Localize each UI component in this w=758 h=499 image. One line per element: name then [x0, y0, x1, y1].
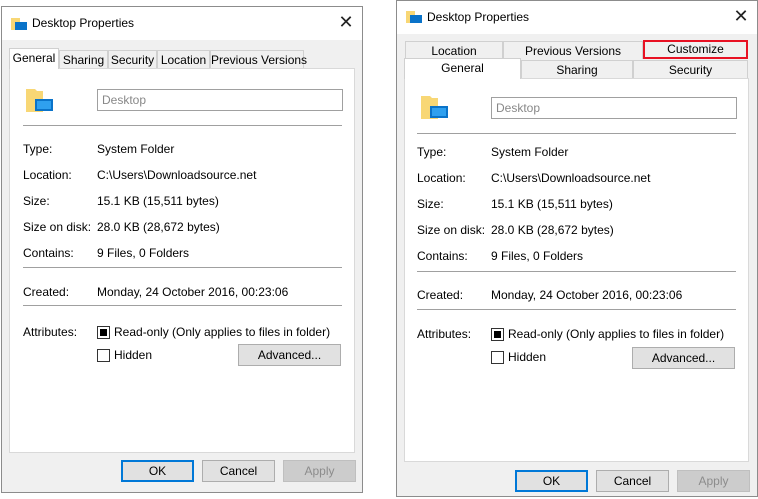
size-on-disk-value: 28.0 KB (28,672 bytes) [491, 223, 614, 237]
divider [417, 271, 736, 272]
tab-customize[interactable]: Customize [643, 40, 748, 59]
tab-label: Previous Versions [211, 53, 308, 67]
right-properties-dialog: Desktop Properties ✕ Location Previous V… [396, 0, 758, 497]
tab-label: General [12, 51, 56, 65]
tab-label: Security [668, 63, 713, 77]
readonly-checkbox[interactable] [491, 328, 504, 341]
apply-button[interactable]: Apply [677, 470, 750, 492]
created-label: Created: [23, 285, 70, 299]
type-value: System Folder [97, 142, 175, 156]
title-bar: Desktop Properties ✕ [2, 7, 362, 40]
attributes-label: Attributes: [417, 327, 472, 341]
cancel-button[interactable]: Cancel [202, 460, 275, 482]
tab-label: Customize [667, 42, 724, 56]
hidden-label: Hidden [508, 350, 547, 364]
close-button[interactable]: ✕ [725, 1, 757, 31]
size-value: 15.1 KB (15,511 bytes) [491, 197, 613, 211]
tab-label: Sharing [556, 63, 598, 77]
tab-general[interactable]: General [404, 58, 521, 79]
tab-label: Security [110, 53, 155, 67]
close-button[interactable]: ✕ [330, 7, 362, 37]
left-properties-dialog: Desktop Properties ✕ General Sharing Sec… [1, 6, 363, 493]
tab-sharing[interactable]: Sharing [59, 50, 108, 69]
window-title: Desktop Properties [32, 16, 135, 30]
size-label: Size: [417, 197, 444, 211]
type-value: System Folder [491, 145, 569, 159]
contains-value: 9 Files, 0 Folders [491, 249, 584, 263]
location-value: C:\Users\Downloadsource.net [491, 171, 651, 185]
hidden-checkbox[interactable] [97, 349, 110, 362]
contains-value: 9 Files, 0 Folders [97, 246, 190, 260]
type-label: Type: [417, 145, 447, 159]
general-panel: Desktop Type: System Folder Location: C:… [404, 78, 749, 462]
tab-sharing[interactable]: Sharing [521, 60, 633, 79]
advanced-button[interactable]: Advanced... [632, 347, 735, 369]
divider [417, 309, 736, 310]
readonly-checkbox[interactable] [97, 326, 110, 339]
readonly-label: Read-only (Only applies to files in fold… [114, 325, 331, 339]
location-value: C:\Users\Downloadsource.net [97, 168, 257, 182]
apply-button[interactable]: Apply [283, 460, 356, 482]
tab-label: Location [160, 53, 207, 67]
tab-previous-versions[interactable]: Previous Versions [210, 50, 308, 69]
tab-general[interactable]: General [9, 48, 59, 69]
folder-desktop-icon [406, 11, 422, 23]
ok-button[interactable]: OK [121, 460, 194, 482]
size-label: Size: [23, 194, 50, 208]
size-on-disk-label: Size on disk: [23, 220, 92, 234]
title-bar: Desktop Properties ✕ [397, 1, 757, 34]
attributes-label: Attributes: [23, 325, 78, 339]
tab-label: Location [431, 44, 477, 58]
created-value: Monday, 24 October 2016, 00:23:06 [491, 288, 683, 302]
ok-button[interactable]: OK [515, 470, 588, 492]
tab-location[interactable]: Location [157, 50, 210, 69]
folder-desktop-icon [421, 96, 448, 119]
tab-label: General [441, 61, 484, 75]
tab-previous-versions[interactable]: Previous Versions [503, 41, 643, 59]
divider [23, 267, 342, 268]
divider [23, 305, 342, 306]
tab-location[interactable]: Location [405, 41, 503, 59]
contains-label: Contains: [23, 246, 74, 260]
hidden-checkbox[interactable] [491, 351, 504, 364]
size-on-disk-value: 28.0 KB (28,672 bytes) [97, 220, 220, 234]
type-label: Type: [23, 142, 53, 156]
contains-label: Contains: [417, 249, 468, 263]
created-label: Created: [417, 288, 464, 302]
folder-desktop-icon [26, 89, 53, 112]
divider [23, 125, 342, 126]
size-on-disk-label: Size on disk: [417, 223, 486, 237]
advanced-button[interactable]: Advanced... [238, 344, 341, 366]
tab-security[interactable]: Security [108, 50, 157, 69]
tab-security[interactable]: Security [633, 60, 748, 79]
close-icon: ✕ [338, 12, 354, 32]
window-title: Desktop Properties [427, 10, 530, 24]
size-value: 15.1 KB (15,511 bytes) [97, 194, 219, 208]
readonly-label: Read-only (Only applies to files in fold… [508, 327, 725, 341]
general-panel: Desktop Type: System Folder Location: C:… [9, 68, 355, 453]
folder-desktop-icon [11, 18, 27, 30]
location-label: Location: [23, 168, 72, 182]
location-label: Location: [417, 171, 466, 185]
tab-label: Previous Versions [524, 44, 622, 58]
divider [417, 133, 736, 134]
hidden-label: Hidden [114, 348, 153, 362]
close-icon: ✕ [733, 6, 749, 26]
created-value: Monday, 24 October 2016, 00:23:06 [97, 285, 289, 299]
tab-label: Sharing [62, 53, 105, 67]
folder-name-input[interactable]: Desktop [491, 97, 737, 119]
folder-name-input[interactable]: Desktop [97, 89, 343, 111]
cancel-button[interactable]: Cancel [596, 470, 669, 492]
